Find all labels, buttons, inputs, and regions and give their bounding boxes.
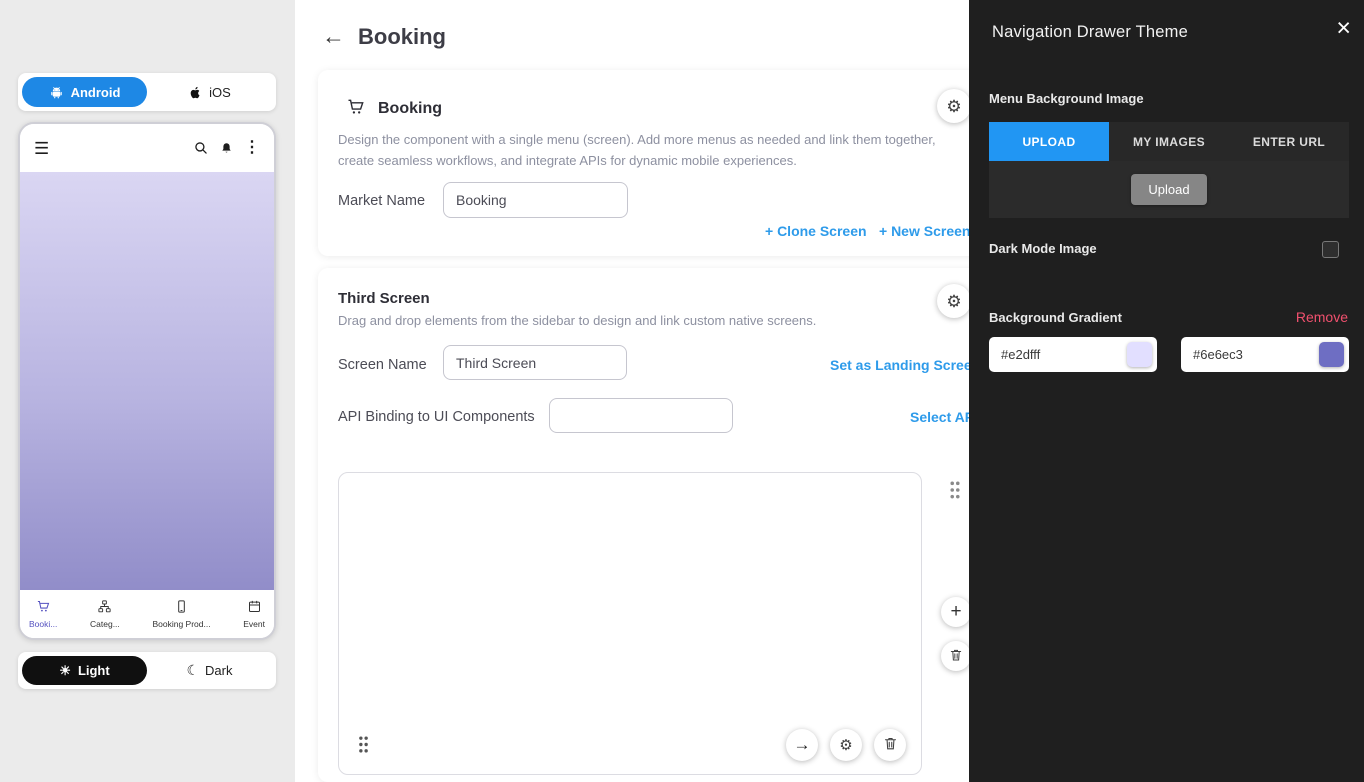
- tab-upload[interactable]: UPLOAD: [989, 122, 1109, 161]
- canvas-settings-button[interactable]: ⚙: [830, 729, 862, 761]
- api-binding-label: API Binding to UI Components: [338, 409, 535, 425]
- navigation-drawer-theme-panel: Navigation Drawer Theme × Menu Backgroun…: [969, 0, 1364, 782]
- tab-enter-url[interactable]: ENTER URL: [1229, 122, 1349, 161]
- screen-canvas[interactable]: → ⚙: [338, 472, 922, 775]
- image-source-tabs: UPLOAD MY IMAGES ENTER URL: [989, 122, 1349, 161]
- gear-icon: ⚙: [946, 293, 961, 310]
- remove-gradient-link[interactable]: Remove: [1296, 309, 1348, 325]
- phone-tab-booking[interactable]: Booki...: [29, 599, 57, 629]
- screen-card-description: Drag and drop elements from the sidebar …: [338, 313, 816, 328]
- platform-toggle: Android iOS: [18, 73, 276, 111]
- apple-icon: [188, 85, 203, 100]
- booking-card-title: Booking: [378, 100, 442, 118]
- phone-tab-label: Event: [243, 619, 265, 629]
- android-icon: [49, 85, 64, 100]
- select-api-link[interactable]: Select API: [910, 409, 978, 425]
- screen-name-input[interactable]: [443, 345, 627, 380]
- notification-bell-icon[interactable]: [219, 141, 234, 156]
- phone-tab-label: Booki...: [29, 619, 57, 629]
- trash-icon: [949, 648, 963, 665]
- phone-tab-booking-product[interactable]: Booking Prod...: [152, 599, 210, 629]
- kebab-menu-icon[interactable]: ⋮: [244, 140, 260, 156]
- gear-icon: ⚙: [839, 738, 852, 753]
- left-sidebar: Android iOS ☰: [0, 0, 295, 782]
- page-title: Booking: [358, 24, 446, 50]
- third-screen-card: Third Screen ⚙ Drag and drop elements fr…: [318, 268, 1046, 782]
- phone-tab-event[interactable]: Event: [243, 599, 265, 629]
- dark-label: Dark: [205, 663, 232, 678]
- clone-screen-link[interactable]: + Clone Screen: [765, 223, 867, 239]
- booking-card-description: Design the component with a single menu …: [338, 130, 972, 172]
- screen-settings-button[interactable]: ⚙: [937, 284, 971, 318]
- drawer-title: Navigation Drawer Theme: [992, 23, 1188, 42]
- cart-icon: [36, 599, 51, 616]
- dark-mode-image-label: Dark Mode Image: [989, 241, 1097, 256]
- calendar-icon: [247, 599, 262, 616]
- category-icon: [97, 599, 112, 616]
- market-name-input[interactable]: [443, 182, 628, 218]
- new-screen-link[interactable]: + New Screen: [879, 223, 970, 239]
- market-name-label: Market Name: [338, 193, 425, 209]
- gear-icon: ⚙: [946, 98, 961, 115]
- menu-background-image-label: Menu Background Image: [989, 91, 1144, 106]
- hamburger-menu-icon[interactable]: ☰: [34, 140, 49, 157]
- phone-bottom-nav: Booki... Categ...: [20, 590, 274, 638]
- android-toggle-button[interactable]: Android: [22, 77, 147, 107]
- screen-card-title: Third Screen: [338, 290, 430, 307]
- mobile-icon: [174, 599, 189, 616]
- cart-icon: [346, 97, 366, 122]
- section-drag-handle-icon[interactable]: [948, 480, 962, 505]
- trash-icon: [883, 736, 898, 754]
- search-icon[interactable]: [193, 140, 209, 156]
- phone-tab-category[interactable]: Categ...: [90, 599, 120, 629]
- dark-mode-checkbox[interactable]: [1322, 241, 1339, 258]
- sun-icon: ☀: [59, 663, 71, 679]
- background-gradient-label: Background Gradient: [989, 310, 1122, 325]
- booking-component-card: Booking ⚙ Design the component with a si…: [318, 70, 1046, 256]
- ios-toggle-button[interactable]: iOS: [147, 77, 272, 107]
- theme-toggle: ☀ Light ☾ Dark: [18, 652, 276, 689]
- light-theme-button[interactable]: ☀ Light: [22, 656, 147, 685]
- screen-name-label: Screen Name: [338, 357, 427, 373]
- close-icon[interactable]: ×: [1336, 16, 1351, 41]
- gradient-color-1-field: [989, 337, 1157, 372]
- add-section-button[interactable]: +: [941, 597, 971, 627]
- set-landing-screen-link[interactable]: Set as Landing Screen: [830, 357, 980, 373]
- gradient-color-1-swatch[interactable]: [1127, 342, 1152, 367]
- ios-label: iOS: [209, 85, 231, 100]
- android-label: Android: [71, 85, 121, 100]
- upload-button[interactable]: Upload: [1131, 174, 1206, 205]
- gradient-color-2-swatch[interactable]: [1319, 342, 1344, 367]
- canvas-delete-button[interactable]: [874, 729, 906, 761]
- component-settings-button[interactable]: ⚙: [937, 89, 971, 123]
- link-arrow-button[interactable]: →: [786, 729, 818, 761]
- gradient-color-2-input[interactable]: [1193, 347, 1313, 362]
- phone-tab-label: Booking Prod...: [152, 619, 210, 629]
- gradient-color-2-field: [1181, 337, 1349, 372]
- delete-section-button[interactable]: [941, 641, 971, 671]
- tab-my-images[interactable]: MY IMAGES: [1109, 122, 1229, 161]
- drag-handle-icon[interactable]: [357, 735, 370, 759]
- light-label: Light: [78, 663, 110, 678]
- phone-preview: ☰ ⋮: [18, 122, 276, 640]
- moon-icon: ☾: [186, 662, 199, 679]
- gradient-color-1-input[interactable]: [1001, 347, 1121, 362]
- upload-zone: Upload: [989, 161, 1349, 218]
- dark-theme-button[interactable]: ☾ Dark: [147, 656, 272, 685]
- phone-tab-label: Categ...: [90, 619, 120, 629]
- api-binding-input[interactable]: [549, 398, 733, 433]
- back-button[interactable]: ←: [322, 25, 345, 48]
- phone-screen-gradient: [20, 172, 274, 590]
- phone-toolbar: ☰ ⋮: [20, 124, 274, 172]
- app-builder-page: Android iOS ☰: [0, 0, 1364, 782]
